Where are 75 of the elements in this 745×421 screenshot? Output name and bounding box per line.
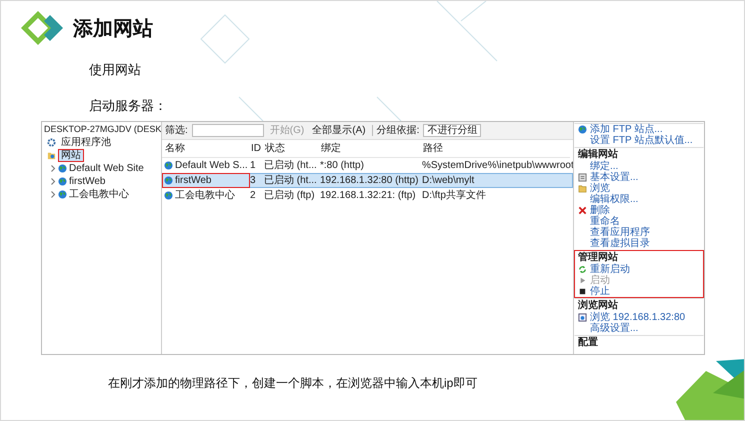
- section-heading: 配置: [577, 336, 599, 349]
- table-cell: 192.168.1.32:21: (ftp): [320, 190, 416, 201]
- globe-icon: [58, 164, 67, 173]
- action-link[interactable]: 删除: [590, 205, 610, 216]
- stop-icon: [578, 287, 587, 296]
- globe-icon: [164, 191, 173, 200]
- show-all-button[interactable]: 全部显示(A): [310, 125, 368, 136]
- action-link[interactable]: 查看应用程序: [590, 227, 650, 238]
- table-cell: 2: [250, 190, 256, 201]
- table-cell: firstWeb: [175, 175, 212, 186]
- site-row[interactable]: firstWeb 3 已启动 (ht... 192.168.1.32:80 (http) D:\web\mylt: [162, 173, 573, 188]
- column-header[interactable]: 路径: [420, 140, 570, 158]
- section-heading: 编辑网站: [577, 148, 619, 160]
- action-link[interactable]: 重新启动: [590, 264, 630, 275]
- table-cell: 3: [250, 175, 256, 186]
- column-header[interactable]: 绑定: [318, 140, 420, 158]
- tree-item[interactable]: DESKTOP-27MGJDV (DESK: [44, 124, 161, 135]
- tree-item[interactable]: 应用程序池: [58, 136, 114, 149]
- filter-field[interactable]: [192, 124, 264, 137]
- globe-icon: [164, 176, 173, 185]
- tree-item[interactable]: 工会电教中心: [69, 189, 129, 200]
- table-cell: *:80 (http): [320, 160, 364, 171]
- action-link[interactable]: 停止: [590, 286, 610, 297]
- table-cell: 1: [250, 160, 256, 171]
- table-cell: 已启动 (ftp): [264, 190, 315, 201]
- refresh-icon: [578, 265, 587, 274]
- chevron-icon[interactable]: [50, 178, 56, 185]
- bullet-text: 使用网站: [89, 61, 142, 79]
- globe-icon: [164, 161, 173, 170]
- column-header[interactable]: 名称: [162, 140, 248, 158]
- action-link[interactable]: 编辑权限...: [590, 194, 638, 205]
- table-cell: 已启动 (ht...: [264, 175, 317, 186]
- column-header[interactable]: ID: [248, 140, 262, 158]
- caption-text: 在刚才添加的物理路径下，创建一个脚本，在浏览器中输入本机ip即可: [108, 375, 478, 392]
- action-link[interactable]: 浏览 192.168.1.32:80: [590, 312, 686, 323]
- globe-icon: [58, 190, 67, 199]
- chevron-icon[interactable]: [50, 165, 56, 172]
- site-row[interactable]: 工会电教中心 2 已启动 (ftp) 192.168.1.32:21: (ftp) D:\ftp共享文件: [162, 188, 573, 203]
- tree-item[interactable]: firstWeb: [69, 176, 106, 187]
- table-cell: Default Web S...: [175, 160, 248, 171]
- action-link[interactable]: 绑定...: [590, 161, 618, 172]
- table-cell: 192.168.1.32:80 (http): [320, 175, 418, 186]
- action-link[interactable]: 重命名: [590, 216, 620, 227]
- table-cell: D:\ftp共享文件: [422, 190, 486, 201]
- logo-drawing: [21, 11, 63, 45]
- table-cell: 已启动 (ht...: [264, 160, 317, 171]
- action-link[interactable]: 浏览: [590, 183, 610, 194]
- section-heading: 管理网站: [577, 251, 619, 264]
- table-cell: D:\web\mylt: [422, 175, 474, 186]
- action-link[interactable]: 添加 FTP 站点...: [590, 124, 663, 135]
- globe-icon: [578, 125, 587, 134]
- delete-icon: [578, 206, 587, 215]
- play-icon: [578, 276, 587, 285]
- section-heading: 浏览网站: [577, 299, 619, 312]
- gear-icon: [47, 138, 56, 147]
- settings-page-icon: [578, 173, 587, 182]
- globe-icon: [58, 177, 67, 186]
- chevron-icon[interactable]: [50, 191, 56, 198]
- group-by-dropdown[interactable]: 不进行分组: [423, 124, 482, 137]
- corner-decoration-drawing: [676, 359, 744, 420]
- action-link[interactable]: 基本设置...: [590, 172, 638, 183]
- table-cell: 工会电教中心: [175, 190, 235, 201]
- action-link[interactable]: 查看虚拟目录: [590, 238, 650, 249]
- folder-icon: [47, 151, 56, 160]
- bullet-text: 启动服务器：: [89, 97, 168, 115]
- tree-item[interactable]: Default Web Site: [69, 163, 144, 174]
- action-link[interactable]: 设置 FTP 站点默认值...: [590, 135, 693, 146]
- column-header[interactable]: 状态: [262, 140, 318, 158]
- tree-item[interactable]: 网站: [58, 149, 84, 162]
- folder-icon: [578, 184, 587, 193]
- group-by-label: 分组依据:: [376, 125, 420, 136]
- action-link[interactable]: 高级设置...: [590, 323, 638, 334]
- filter-label: 筛选:: [165, 125, 188, 136]
- slide-title: 添加网站: [73, 16, 153, 42]
- browser-window-icon: [578, 313, 587, 322]
